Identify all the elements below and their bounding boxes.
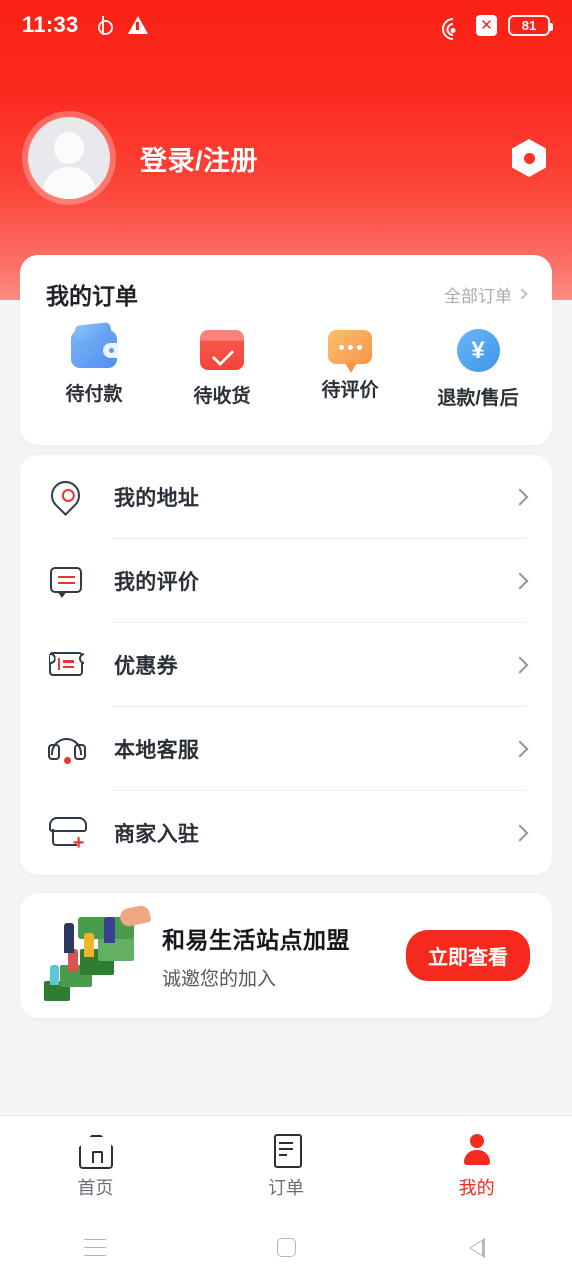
location-icon: [95, 15, 113, 35]
promo-content: 和易生活站点加盟 诚邀您的加入 立即查看: [20, 893, 552, 1018]
battery-indicator: 81: [508, 14, 553, 36]
order-status-label: 待收货: [193, 386, 251, 407]
yen-glyph: ¥: [471, 336, 485, 364]
settings-gear-icon: [512, 139, 546, 177]
orders-document-icon: [269, 1132, 303, 1168]
comment-lines-icon: [48, 562, 86, 600]
tab-home[interactable]: 首页: [0, 1132, 191, 1200]
home-square-icon: [276, 1238, 296, 1257]
coupon-ticket-icon: [48, 646, 86, 684]
wallet-icon: [71, 330, 118, 368]
home-icon: [78, 1132, 112, 1166]
no-sim-icon: ✕: [476, 14, 497, 36]
nav-recents-button[interactable]: [0, 1238, 191, 1257]
tab-orders[interactable]: 订单: [191, 1132, 382, 1200]
back-triangle-icon: [468, 1237, 485, 1258]
warning-triangle-icon: [127, 16, 148, 34]
settings-button[interactable]: [508, 137, 550, 179]
status-bar-time: 11:33: [22, 12, 79, 37]
orders-card-header: 我的订单 全部订单: [20, 255, 552, 311]
tab-mine[interactable]: 我的: [381, 1132, 572, 1200]
chevron-right-icon: [511, 656, 529, 674]
default-avatar-icon: [28, 117, 110, 199]
status-bar-right: ✕ 81: [437, 12, 553, 45]
order-status-label: 待评价: [321, 380, 379, 401]
nav-back-button[interactable]: [381, 1237, 572, 1258]
orders-card-title: 我的订单: [46, 283, 138, 309]
recents-icon: [84, 1238, 107, 1257]
order-status-grid: 待付款 待收货 待评价 ¥ 退款/售后: [20, 311, 552, 410]
android-navigation-bar: [0, 1215, 572, 1280]
menu-item-my-reviews[interactable]: 我的评价: [20, 539, 552, 623]
comment-bubble-icon: [328, 330, 372, 373]
promo-subtitle: 诚邀您的加入: [162, 968, 277, 990]
promo-text: 和易生活站点加盟 诚邀您的加入: [162, 921, 406, 991]
storefront-plus-badge: +: [72, 832, 84, 854]
wifi-icon: [437, 12, 469, 45]
status-bar: 11:33 ✕ 81: [0, 0, 572, 50]
promo-title: 和易生活站点加盟: [162, 926, 350, 953]
tab-label: 首页: [77, 1177, 114, 1198]
menu-item-my-address[interactable]: 我的地址: [20, 455, 552, 539]
chevron-right-icon: [516, 288, 528, 300]
status-bar-left: 11:33: [22, 12, 148, 38]
chevron-right-icon: [511, 572, 529, 590]
menu-item-label: 优惠券: [114, 655, 178, 678]
chevron-right-icon: [511, 740, 529, 758]
my-orders-card: 我的订单 全部订单 待付款 待收货 待评价 ¥ 退款/售后: [20, 255, 552, 445]
order-status-refund-aftersale[interactable]: ¥ 退款/售后: [419, 327, 537, 410]
menu-item-label: 我的评价: [114, 571, 200, 594]
order-status-pending-payment[interactable]: 待付款: [35, 327, 153, 406]
menu-item-merchant-join[interactable]: + 商家入驻: [20, 791, 552, 875]
battery-level-label: 81: [521, 17, 537, 33]
menu-item-coupons[interactable]: 优惠券: [20, 623, 552, 707]
order-status-pending-review[interactable]: 待评价: [291, 327, 409, 402]
nav-home-button[interactable]: [191, 1238, 382, 1257]
yen-refund-icon: ¥: [456, 329, 500, 372]
phone-screen: 11:33 ✕ 81 登录/注册 我的订单 全部订单 待付款 待收货 待评价 ¥…: [0, 0, 572, 1280]
tab-label: 我的: [458, 1177, 495, 1198]
promo-banner-card[interactable]: 和易生活站点加盟 诚邀您的加入 立即查看: [20, 893, 552, 1018]
login-register-link[interactable]: 登录/注册: [140, 139, 258, 178]
map-pin-icon: [44, 474, 87, 517]
promo-view-now-button[interactable]: 立即查看: [406, 930, 530, 981]
order-status-pending-delivery[interactable]: 待收货: [163, 327, 281, 408]
profile-header: 登录/注册: [0, 108, 572, 208]
menu-list-card: 我的地址 我的评价 优惠券 本地客服 + 商家入驻: [20, 455, 552, 875]
menu-item-local-support[interactable]: 本地客服: [20, 707, 552, 791]
no-sim-glyph: ✕: [480, 16, 493, 34]
order-status-label: 待付款: [65, 384, 123, 405]
menu-item-label: 商家入驻: [114, 823, 200, 846]
all-orders-label: 全部订单: [444, 286, 512, 306]
storefront-add-icon: +: [48, 814, 86, 854]
menu-item-label: 我的地址: [114, 487, 200, 510]
user-profile-icon: [460, 1132, 494, 1166]
avatar-ring[interactable]: [22, 111, 116, 205]
chevron-right-icon: [511, 488, 529, 506]
box-check-icon: [200, 330, 244, 370]
order-status-label: 退款/售后: [437, 388, 519, 409]
chevron-right-icon: [511, 824, 529, 842]
money-stairs-people-illustration: [38, 903, 152, 1008]
headset-support-icon: [48, 730, 86, 768]
tab-label: 订单: [268, 1177, 304, 1198]
bottom-tab-bar: 首页 订单 我的: [0, 1115, 572, 1215]
menu-item-label: 本地客服: [114, 739, 200, 762]
all-orders-link[interactable]: 全部订单: [444, 282, 528, 307]
